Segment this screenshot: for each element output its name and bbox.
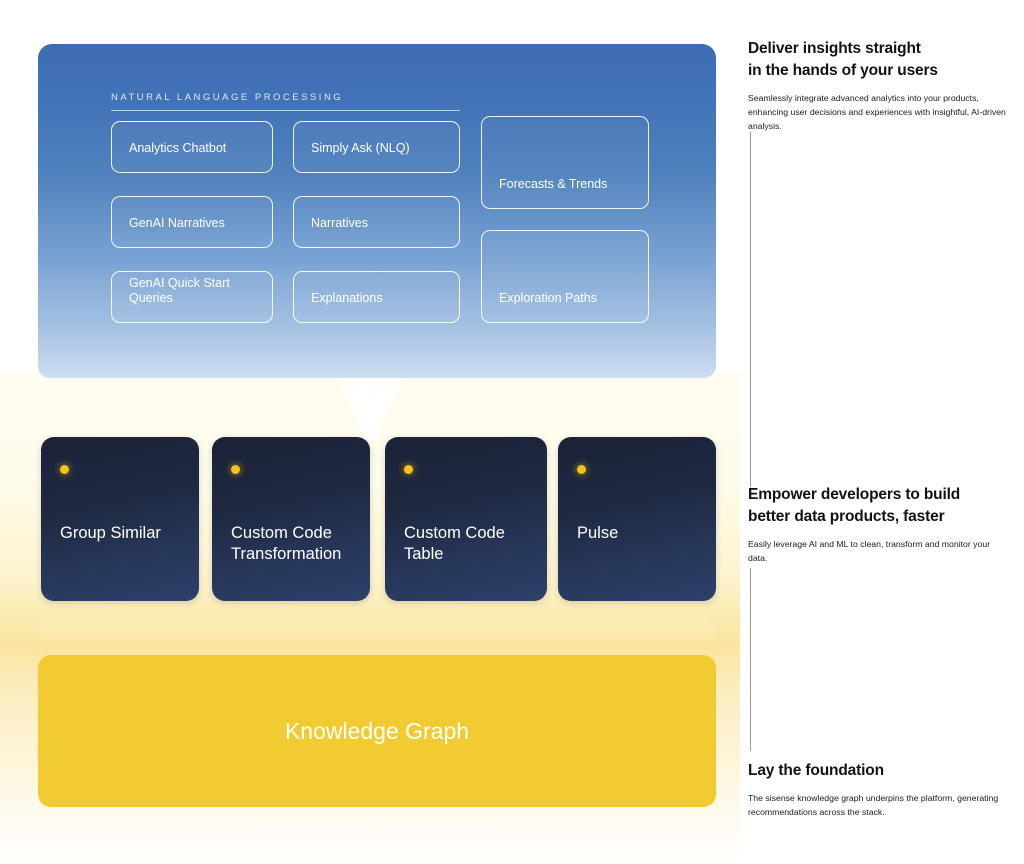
data-card-label: Custom Code Table [404,524,505,564]
data-card-custom-code-table[interactable]: Custom Code Table [385,437,547,601]
nlp-card-label: Explanations [311,290,383,305]
annotation-empower-developers: Empower developers to build better data … [748,484,1006,565]
nlp-header-divider [111,110,460,111]
platform-stack-diagram: NATURAL LANGUAGE PROCESSING Analytics Ch… [0,0,740,864]
nlp-card-label: Forecasts & Trends [499,176,608,191]
annotation-body: Easily leverage AI and ML to clean, tran… [748,539,991,564]
data-card-label: Custom Code Transformation [231,524,342,564]
annotation-connector-line-2 [750,568,751,751]
nlp-card-exploration-paths[interactable]: Exploration Paths [481,230,649,323]
data-card-label: Group Similar [60,524,161,542]
nlp-section-title: NATURAL LANGUAGE PROCESSING [111,92,344,103]
status-dot-icon [404,465,413,474]
annotation-lay-foundation: Lay the foundation The sisense knowledge… [748,760,1006,819]
data-card-pulse[interactable]: Pulse [558,437,716,601]
annotation-heading: Deliver insights straight in the hands o… [748,38,1006,82]
annotation-heading-line2: better data products, faster [748,508,945,525]
knowledge-graph-panel[interactable]: Knowledge Graph [38,655,716,807]
annotation-heading: Lay the foundation [748,760,1006,782]
annotation-heading-line2: in the hands of your users [748,62,938,79]
annotation-heading: Empower developers to build better data … [748,484,1006,528]
nlp-header: NATURAL LANGUAGE PROCESSING [111,92,460,111]
data-card-group-similar[interactable]: Group Similar [41,437,199,601]
annotation-body: The sisense knowledge graph underpins th… [748,793,999,818]
nlp-card-label: Analytics Chatbot [129,140,227,155]
nlp-card-label: Simply Ask (NLQ) [311,140,410,155]
nlp-card-label: Exploration Paths [499,290,597,305]
status-dot-icon [577,465,586,474]
data-card-label: Pulse [577,524,619,542]
infographic-root: NATURAL LANGUAGE PROCESSING Analytics Ch… [0,0,1024,864]
nlp-card-analytics-chatbot[interactable]: Analytics Chatbot [111,121,273,173]
annotation-deliver-insights: Deliver insights straight in the hands o… [748,38,1006,133]
nlp-card-label: GenAI Quick Start Queries [129,276,230,305]
nlp-card-label: Narratives [311,215,368,230]
status-dot-icon [60,465,69,474]
nlp-card-label: GenAI Narratives [129,215,225,230]
knowledge-graph-label: Knowledge Graph [284,717,470,744]
nlp-card-narratives[interactable]: Narratives [293,196,460,248]
nlp-card-simply-ask[interactable]: Simply Ask (NLQ) [293,121,460,173]
annotation-heading-line1: Empower developers to build [748,486,961,503]
nlp-card-genai-narratives[interactable]: GenAI Narratives [111,196,273,248]
annotations-column: Deliver insights straight in the hands o… [748,0,1024,864]
data-card-custom-code-transformation[interactable]: Custom Code Transformation [212,437,370,601]
annotation-heading-line1: Lay the foundation [748,762,884,779]
nlp-card-genai-quick-start-queries[interactable]: GenAI Quick Start Queries [111,271,273,323]
knowledge-graph-accent-strip [38,618,716,650]
annotation-body: Seamlessly integrate advanced analytics … [748,93,1006,132]
nlp-card-forecasts-trends[interactable]: Forecasts & Trends [481,116,649,209]
nlp-card-explanations[interactable]: Explanations [293,271,460,323]
annotation-connector-line-1 [750,132,751,487]
status-dot-icon [231,465,240,474]
nlp-panel: NATURAL LANGUAGE PROCESSING Analytics Ch… [38,44,716,378]
annotation-heading-line1: Deliver insights straight [748,40,921,57]
